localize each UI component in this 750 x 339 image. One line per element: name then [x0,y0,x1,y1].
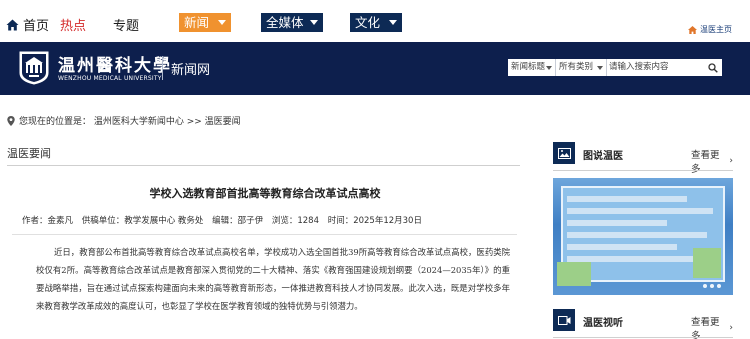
article-date: 时间：2025年12月30日 [327,216,422,226]
chevron-right-icon: › [729,156,733,166]
video-news-title[interactable]: 温医视听 [583,314,623,329]
breadcrumb: 您现在的位置是： 温州医科大学新闻中心 >> 温医要闻 [7,114,241,127]
search-input[interactable] [607,59,704,76]
home-icon [6,19,19,30]
photo-board-text [567,232,707,238]
search-category-select[interactable]: 所有类别 [556,59,607,76]
nav-home[interactable]: 首页 [6,15,49,34]
section-title: 温医要闻 [7,147,51,160]
article-author: 作者：金素凡 [22,216,74,226]
site-name: 新闻网 [171,63,211,78]
search-button[interactable] [704,59,722,76]
video-icon [557,315,570,325]
nav-news-label: 新闻 [184,15,210,30]
search-bar: 新闻标题 所有类别 [508,59,722,76]
photo-news-title[interactable]: 图说温医 [583,147,623,162]
nav-topics[interactable]: 专题 [113,15,139,34]
carousel-indicators[interactable] [703,284,724,288]
chevron-down-icon [218,20,226,25]
video-news-more-link[interactable]: 查看更多 › [691,314,733,339]
chevron-right-icon: › [729,323,733,333]
nav-home-label: 首页 [23,19,50,34]
university-name-en: WENZHOU MEDICAL UNIVERSITY [58,75,162,82]
photo-board-text [567,208,713,214]
article-views: 浏览：1284 [271,216,319,226]
article-editor: 编辑：邵子伊 [212,216,264,226]
photo-plant [693,248,721,278]
chevron-down-icon [310,20,318,25]
nav-allmedia-dropdown[interactable]: 全媒体 [261,13,323,32]
portal-link-label: 温医主页 [700,25,732,34]
photo-news-icon-box [553,142,575,164]
photo-board-text [567,196,687,202]
home-icon [688,25,697,34]
photo-news-header: 图说温医 查看更多 › [553,142,733,175]
portal-link[interactable]: 温医主页 [688,24,732,35]
carousel-dot[interactable] [717,284,721,288]
university-name: 温州醫科大學 [58,56,172,76]
carousel-dot[interactable] [710,284,714,288]
university-logo[interactable] [19,51,49,85]
chevron-down-icon [389,20,397,25]
location-pin-icon [7,115,15,126]
top-navigation-bar: 首页 热点 专题 新闻 全媒体 文化 温医主页 [0,0,750,42]
article-source: 供稿单位：教学发展中心 教务处 [81,216,204,226]
nav-culture-label: 文化 [355,15,381,30]
photo-news-divider [553,170,733,171]
photo-board-text [567,244,677,250]
carousel-dot[interactable] [703,284,707,288]
nav-hot[interactable]: 热点 [60,15,86,34]
chevron-down-icon [597,66,603,70]
video-news-icon-box [553,309,575,331]
article-body: 近日，教育部公布首批高等教育综合改革试点高校名单，学校成功入选全国首批39所高等… [36,247,510,311]
breadcrumb-text[interactable]: 您现在的位置是： 温州医科大学新闻中心 >> 温医要闻 [19,114,241,127]
video-news-more-label: 查看更多 [691,317,720,339]
header-divider [162,56,163,80]
search-field-select[interactable]: 新闻标题 [508,59,556,76]
search-field-select-value: 新闻标题 [511,62,546,72]
search-icon [708,62,718,73]
photo-news-carousel-image[interactable] [553,178,733,295]
meta-divider [12,234,517,235]
video-news-divider [553,337,733,338]
section-divider [7,165,520,166]
video-news-header: 温医视听 查看更多 › [553,309,733,339]
photo-plant [557,262,591,286]
nav-culture-dropdown[interactable]: 文化 [350,13,402,32]
article-meta: 作者：金素凡 供稿单位：教学发展中心 教务处 编辑：邵子伊 浏览：1284 时间… [22,214,428,226]
nav-news-dropdown[interactable]: 新闻 [179,13,231,32]
chevron-down-icon [546,66,552,70]
article-title: 学校入选教育部首批高等教育综合改革试点高校 [149,187,381,200]
photo-board-text [567,220,667,226]
nav-allmedia-label: 全媒体 [266,15,304,30]
search-category-select-value: 所有类别 [559,62,594,72]
image-icon [557,147,571,159]
